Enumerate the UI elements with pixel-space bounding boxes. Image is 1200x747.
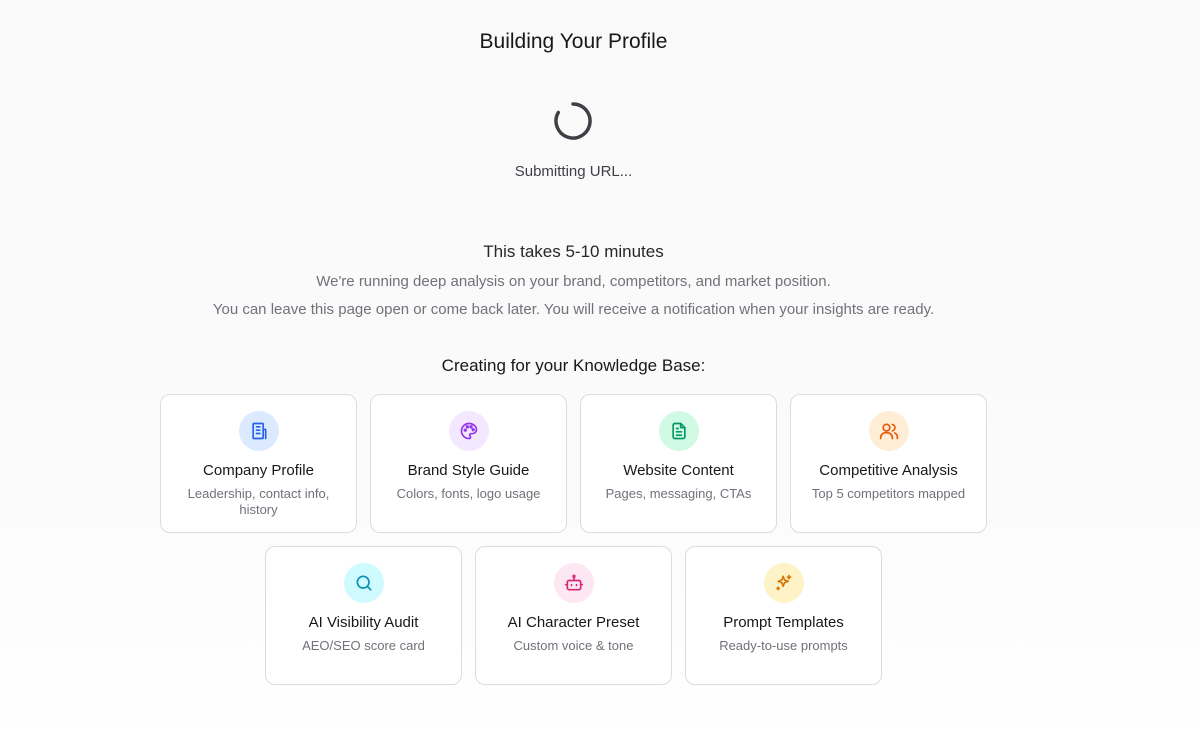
sparkles-icon [764,563,804,603]
robot-icon [554,563,594,603]
card-subtitle: Pages, messaging, CTAs [605,486,752,501]
knowledge-base-heading: Creating for your Knowledge Base: [441,356,706,375]
page-title: Building Your Profile [479,30,668,53]
kb-card-prompt-templates: Prompt Templates Ready-to-use prompts [685,546,882,685]
card-title: AI Visibility Audit [308,614,419,631]
card-title: AI Character Preset [507,614,640,631]
kb-card-company-profile: Company Profile Leadership, contact info… [160,394,357,533]
document-icon [659,411,699,451]
notification-description: You can leave this page open or come bac… [212,301,935,318]
kb-card-brand-style-guide: Brand Style Guide Colors, fonts, logo us… [370,394,567,533]
card-subtitle: Custom voice & tone [513,638,634,653]
loading-spinner-icon [554,102,592,140]
kb-card-competitive-analysis: Competitive Analysis Top 5 competitors m… [790,394,987,533]
duration-notice: This takes 5-10 minutes [483,242,664,261]
card-title: Prompt Templates [723,614,844,631]
card-title: Brand Style Guide [407,462,530,479]
kb-card-website-content: Website Content Pages, messaging, CTAs [580,394,777,533]
users-icon [869,411,909,451]
card-title: Website Content [623,462,734,479]
status-text: Submitting URL... [514,163,633,180]
analysis-description: We're running deep analysis on your bran… [316,273,831,290]
kb-card-ai-character-preset: AI Character Preset Custom voice & tone [475,546,672,685]
card-subtitle: Colors, fonts, logo usage [396,486,541,501]
card-subtitle: Top 5 competitors mapped [811,486,966,501]
card-subtitle: Ready-to-use prompts [719,638,848,653]
card-title: Competitive Analysis [819,462,958,479]
search-icon [344,563,384,603]
palette-icon [449,411,489,451]
card-subtitle: AEO/SEO score card [302,638,425,653]
kb-card-ai-visibility-audit: AI Visibility Audit AEO/SEO score card [265,546,462,685]
card-title: Company Profile [203,462,314,479]
card-subtitle: Leadership, contact info, history [187,486,330,517]
building-icon [239,411,279,451]
